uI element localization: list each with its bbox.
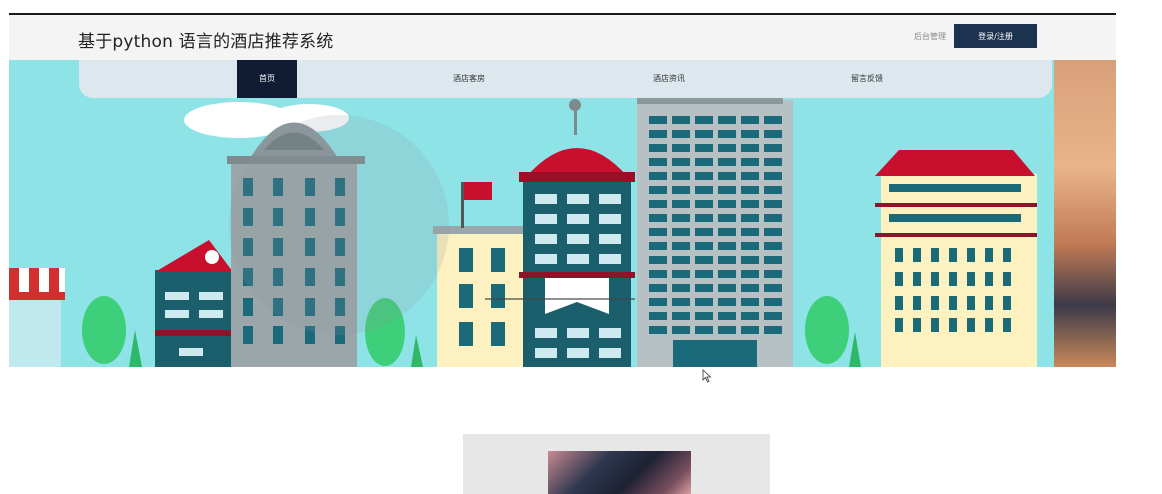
admin-link[interactable]: 后台管理: [914, 31, 946, 42]
nav-item-hotel-rooms[interactable]: 酒店客房: [429, 60, 509, 98]
nav-item-hotel-news[interactable]: 酒店资讯: [629, 60, 709, 98]
next-slide-photo: [1054, 60, 1116, 367]
hero-banner: 首页 酒店客房 酒店资讯 留言反馈: [9, 60, 1116, 367]
login-register-button[interactable]: 登录/注册: [954, 24, 1037, 48]
mouse-cursor-icon: [702, 369, 712, 383]
main-nav: 首页 酒店客房 酒店资讯 留言反馈: [79, 60, 1052, 98]
featured-image[interactable]: [548, 451, 691, 494]
city-illustration: [9, 98, 1037, 367]
featured-card[interactable]: [463, 434, 770, 494]
nav-item-home[interactable]: 首页: [237, 60, 297, 98]
nav-item-feedback[interactable]: 留言反馈: [827, 60, 907, 98]
site-title: 基于python 语言的酒店推荐系统: [78, 32, 334, 52]
site-header: 基于python 语言的酒店推荐系统 后台管理 登录/注册: [9, 15, 1116, 60]
